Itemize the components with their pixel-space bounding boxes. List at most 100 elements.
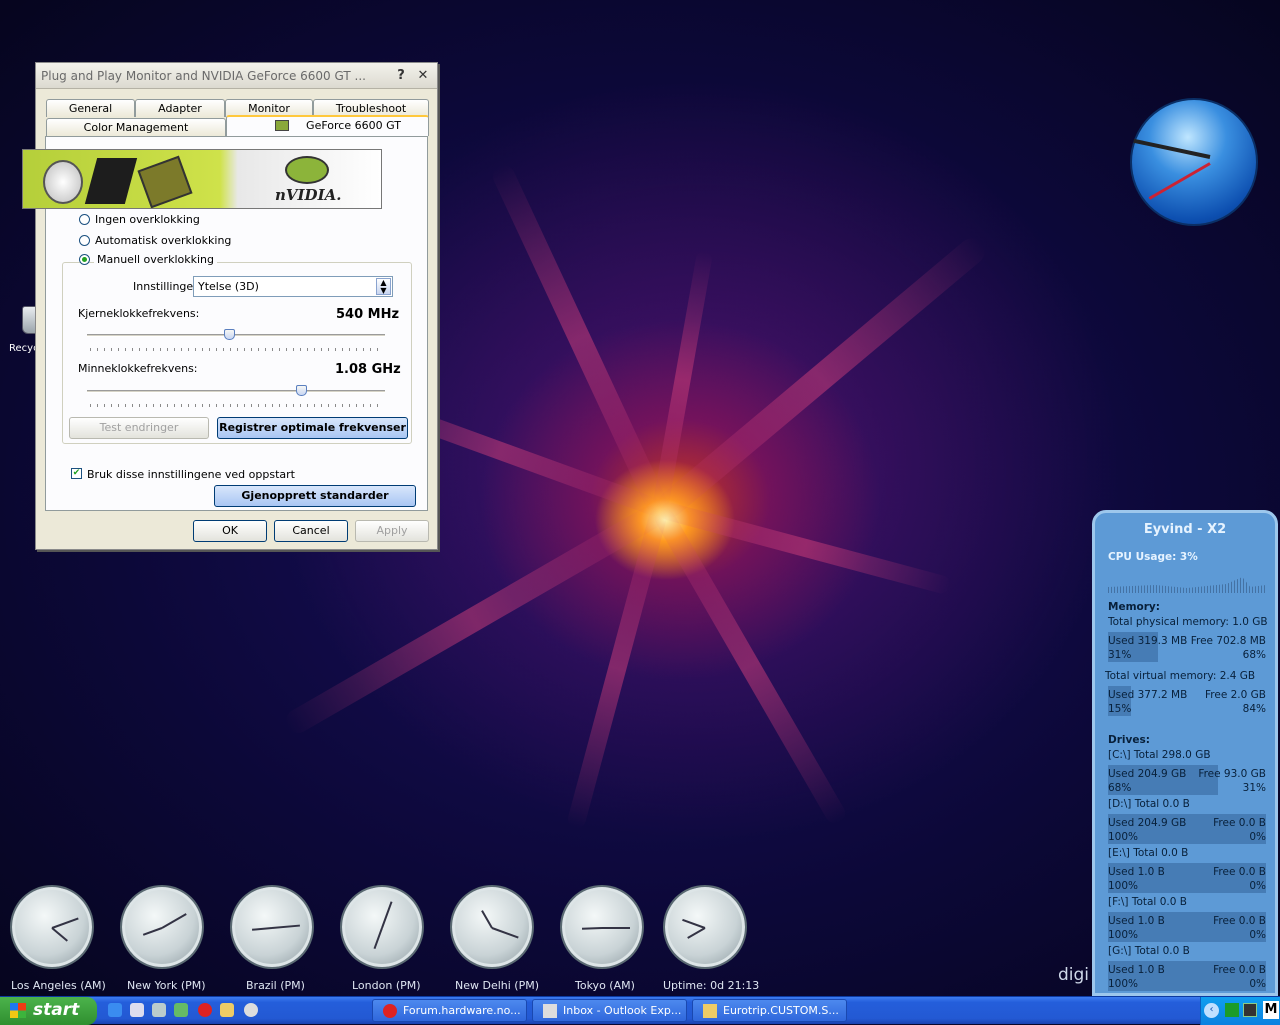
- ie-icon[interactable]: [108, 1003, 122, 1017]
- select-spinner-icon[interactable]: ▲ ▼: [376, 278, 391, 295]
- memory-clock-track: [87, 390, 385, 393]
- memory-clock-ticks: [90, 404, 384, 407]
- nvidia-eye-icon: [285, 156, 329, 184]
- radio-manual-overclock-label: Manuell overklokking: [94, 253, 217, 266]
- media-player-icon[interactable]: [244, 1003, 258, 1017]
- drive-free-pct: 0%: [1249, 831, 1266, 843]
- drive-free: Free 0.0 B: [1213, 817, 1266, 829]
- radio-no-overclock[interactable]: [79, 214, 90, 225]
- drive-free-pct: 31%: [1242, 782, 1266, 794]
- memory-clock-label: Minneklokkefrekvens:: [78, 362, 198, 375]
- nvidia-logo-text: nVIDIA.: [275, 186, 342, 204]
- drive-used-row: Used 204.9 GB Free 0.0 B: [1108, 817, 1266, 829]
- desktop-icon[interactable]: [152, 1003, 166, 1017]
- drive-total: [E:\] Total 0.0 B: [1108, 847, 1189, 859]
- radio-auto-overclock-label: Automatisk overklokking: [95, 234, 232, 247]
- settings-select[interactable]: Ytelse (3D) ▲ ▼: [193, 276, 393, 297]
- network-icon[interactable]: [174, 1003, 188, 1017]
- drive-used-row: Used 1.0 B Free 0.0 B: [1108, 866, 1266, 878]
- system-info-gadget: Eyvind - X2 CPU Usage: 3% Memory: Total …: [1092, 510, 1278, 996]
- clock-label-new-york: New York (PM): [127, 979, 206, 992]
- drive-used-row: Used 1.0 B Free 0.0 B: [1108, 964, 1266, 976]
- corner-text: digi: [1058, 965, 1090, 985]
- detect-optimal-button[interactable]: Registrer optimale frekvenser: [217, 417, 408, 439]
- close-icon[interactable]: ✕: [414, 68, 432, 85]
- restore-defaults-button[interactable]: Gjenopprett standarder: [214, 485, 416, 507]
- start-button[interactable]: start: [0, 997, 97, 1025]
- test-changes-button[interactable]: Test endringer: [69, 417, 209, 439]
- dialog-titlebar[interactable]: Plug and Play Monitor and NVIDIA GeForce…: [36, 63, 437, 89]
- nvidia-banner: nVIDIA.: [22, 149, 382, 209]
- clock-label-uptime: Uptime: 0d 21:13: [663, 979, 760, 992]
- tab-adapter[interactable]: Adapter: [135, 99, 225, 117]
- tray-m-icon[interactable]: M: [1263, 1001, 1279, 1019]
- drive-used: Used 1.0 B: [1108, 915, 1165, 927]
- tray-expand-icon[interactable]: ‹: [1204, 1003, 1219, 1018]
- radio-auto-overclock[interactable]: [79, 235, 90, 246]
- opera-task-icon: [383, 1004, 397, 1018]
- core-clock-track: [87, 334, 385, 337]
- tab-color-management[interactable]: Color Management: [46, 118, 226, 136]
- phys-memory-total: Total physical memory: 1.0 GB: [1108, 616, 1268, 628]
- clock-new-delhi: [452, 887, 532, 967]
- explorer-icon[interactable]: [130, 1003, 144, 1017]
- drive-free: Free 93.0 GB: [1198, 768, 1266, 780]
- drive-used: Used 1.0 B: [1108, 866, 1165, 878]
- drive-total: [D:\] Total 0.0 B: [1108, 798, 1190, 810]
- task-eurotrip[interactable]: Eurotrip.CUSTOM.S...: [692, 999, 847, 1022]
- task-forum[interactable]: Forum.hardware.no...: [372, 999, 527, 1022]
- clock-label-tokyo: Tokyo (AM): [575, 979, 635, 992]
- core-clock-slider[interactable]: [224, 329, 236, 340]
- radio-manual-overclock[interactable]: [79, 254, 90, 265]
- analog-clock-gadget: [1130, 98, 1258, 226]
- virt-used-text: Used 377.2 MB: [1108, 689, 1188, 701]
- drive-total: [F:\] Total 0.0 B: [1108, 896, 1187, 908]
- startup-checkbox-label: Bruk disse innstillingene ved oppstart: [87, 468, 295, 481]
- drive-used-pct: 100%: [1108, 831, 1139, 843]
- folder-icon[interactable]: [220, 1003, 234, 1017]
- core-clock-label: Kjerneklokkefrekvens:: [78, 307, 200, 320]
- drive-pct-row: 68% 31%: [1108, 782, 1266, 794]
- task-eurotrip-label: Eurotrip.CUSTOM.S...: [723, 1004, 839, 1017]
- drive-pct-row: 100% 0%: [1108, 929, 1266, 941]
- drive-total: [C:\] Total 298.0 GB: [1108, 749, 1211, 761]
- core-clock-value: 540 MHz: [336, 307, 400, 322]
- settings-select-value: Ytelse (3D): [198, 280, 259, 293]
- ok-button[interactable]: OK: [193, 520, 267, 542]
- radio-no-overclock-label: Ingen overklokking: [95, 213, 200, 226]
- startup-checkbox[interactable]: ✔: [71, 468, 82, 479]
- apply-button[interactable]: Apply: [355, 520, 429, 542]
- drive-free-pct: 0%: [1249, 929, 1266, 941]
- phys-memory-used: Used 319.3 MB Free 702.8 MB: [1108, 635, 1266, 647]
- cancel-button[interactable]: Cancel: [274, 520, 348, 542]
- drive-used-pct: 100%: [1108, 880, 1139, 892]
- drive-total: [G:\] Total 0.0 B: [1108, 945, 1190, 957]
- settings-label: Innstillinger: [133, 280, 198, 293]
- phys-used-pct: 31%: [1108, 649, 1132, 661]
- tab-general[interactable]: General: [46, 99, 135, 117]
- phys-free-pct: 68%: [1242, 649, 1266, 661]
- help-icon[interactable]: ?: [392, 68, 410, 85]
- core-clock-ticks: [90, 348, 384, 351]
- nvidia-tab-icon: [275, 120, 289, 131]
- folder-task-icon: [703, 1004, 717, 1018]
- clock-tokyo: [562, 887, 642, 967]
- task-outlook[interactable]: Inbox - Outlook Exp...: [532, 999, 687, 1022]
- tab-geforce[interactable]: GeForce 6600 GT: [226, 115, 429, 136]
- tray-green-icon[interactable]: [1225, 1003, 1239, 1017]
- drive-pct-row: 100% 0%: [1108, 880, 1266, 892]
- task-forum-label: Forum.hardware.no...: [403, 1004, 521, 1017]
- phys-used-text: Used 319.3 MB: [1108, 635, 1188, 647]
- windows-logo-icon: [10, 1003, 26, 1018]
- cpu-usage: CPU Usage: 3%: [1108, 551, 1198, 563]
- tray-audio-icon[interactable]: [1243, 1003, 1257, 1017]
- clock-uptime: [665, 887, 745, 967]
- taskbar: start Forum.hardware.no... Inbox - Outlo…: [0, 996, 1280, 1025]
- tab-geforce-label: GeForce 6600 GT: [306, 119, 401, 132]
- clock-london: [342, 887, 422, 967]
- opera-icon[interactable]: [198, 1003, 212, 1017]
- memory-clock-slider[interactable]: [295, 385, 307, 396]
- start-label: start: [33, 1000, 80, 1020]
- drive-used-row: Used 204.9 GB Free 93.0 GB: [1108, 768, 1266, 780]
- memory-clock-value: 1.08 GHz: [335, 362, 401, 377]
